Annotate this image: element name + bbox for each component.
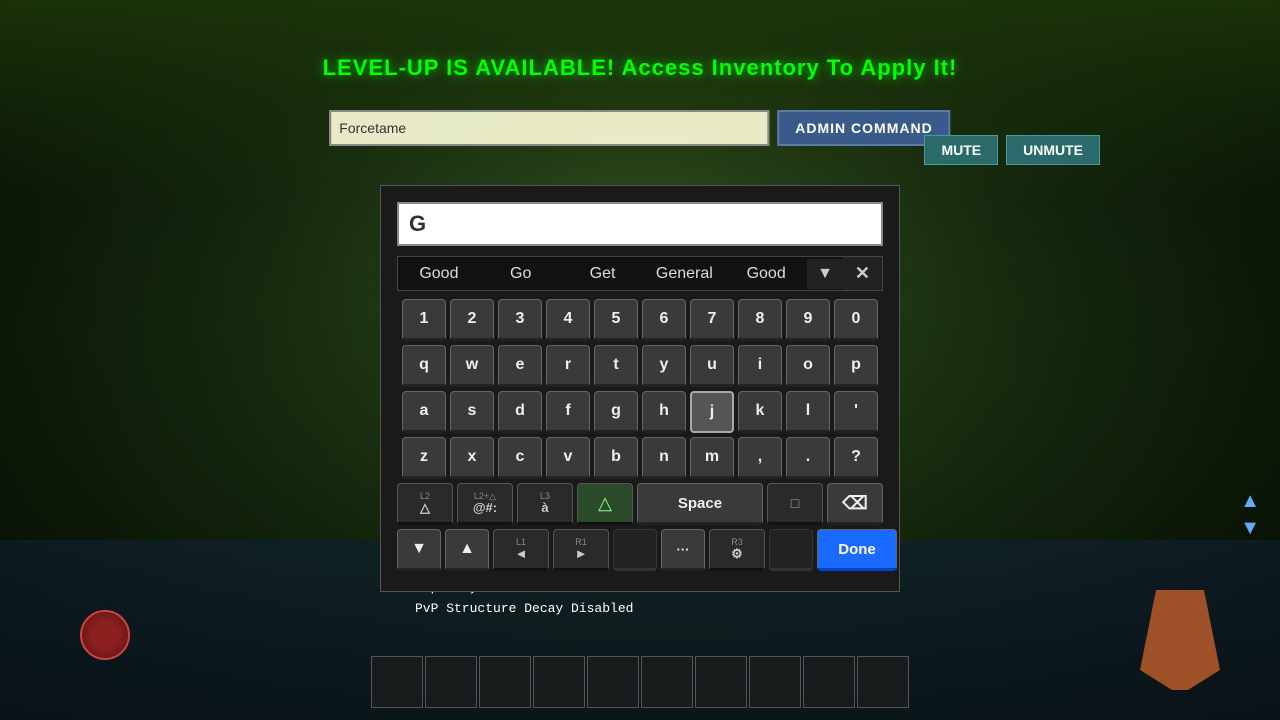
key-l2[interactable]: L2 △ <box>397 483 453 525</box>
unmute-button[interactable]: UNMUTE <box>1006 135 1100 165</box>
key-y[interactable]: y <box>642 345 686 387</box>
key-5[interactable]: 5 <box>594 299 638 341</box>
key-m[interactable]: m <box>690 437 734 479</box>
nav-arrow-up[interactable]: ▲ <box>1240 490 1260 513</box>
key-x[interactable]: x <box>450 437 494 479</box>
command-bar: ADMIN COMMAND <box>329 110 950 146</box>
key-j[interactable]: j <box>690 391 734 433</box>
key-z[interactable]: z <box>402 437 446 479</box>
key-n[interactable]: n <box>642 437 686 479</box>
key-u[interactable]: u <box>690 345 734 387</box>
key-l[interactable]: l <box>786 391 830 433</box>
key-apostrophe[interactable]: ' <box>834 391 878 433</box>
key-c[interactable]: c <box>498 437 542 479</box>
key-k[interactable]: k <box>738 391 782 433</box>
nav-arrow-down[interactable]: ▼ <box>1240 517 1260 540</box>
key-up-arrow[interactable]: ▲ <box>445 529 489 571</box>
mute-button[interactable]: MUTE <box>924 135 998 165</box>
hotbar-slot-10 <box>857 656 909 708</box>
key-8[interactable]: 8 <box>738 299 782 341</box>
key-comma[interactable]: , <box>738 437 782 479</box>
key-l3[interactable]: L3 à <box>517 483 573 525</box>
hotbar-slot-4 <box>533 656 585 708</box>
key-h[interactable]: h <box>642 391 686 433</box>
key-empty-1 <box>613 529 657 571</box>
key-g[interactable]: g <box>594 391 638 433</box>
key-6[interactable]: 6 <box>642 299 686 341</box>
special-row-1: L2 △ L2+△ @#: L3 à △ Space □ ⌫ <box>397 483 883 525</box>
hotbar-slot-3 <box>479 656 531 708</box>
qwerty-row: q w e r t y u i o p <box>397 345 883 387</box>
key-e[interactable]: e <box>498 345 542 387</box>
suggestion-2[interactable]: Go <box>480 259 562 289</box>
key-9[interactable]: 9 <box>786 299 830 341</box>
nav-arrows: ▲ ▼ <box>1240 490 1260 540</box>
key-t[interactable]: t <box>594 345 638 387</box>
suggestions-dropdown-button[interactable]: ▼ <box>807 259 843 289</box>
keyboard-text-input[interactable] <box>397 202 883 246</box>
key-f[interactable]: f <box>546 391 590 433</box>
key-4[interactable]: 4 <box>546 299 590 341</box>
hotbar-slot-1 <box>371 656 423 708</box>
suggestions-bar: Good Go Get General Good ▼ ✕ <box>397 256 883 291</box>
server-info-line-8: PvP Structure Decay Disabled <box>415 599 633 620</box>
suggestion-1[interactable]: Good <box>398 259 480 289</box>
keyboard-panel: Good Go Get General Good ▼ ✕ 1 2 3 4 5 6… <box>380 185 900 592</box>
hotbar-slot-7 <box>695 656 747 708</box>
hotbar-slot-8 <box>749 656 801 708</box>
key-1[interactable]: 1 <box>402 299 446 341</box>
key-backspace[interactable]: ⌫ <box>827 483 883 525</box>
key-r3-gear[interactable]: R3 ⚙ <box>709 529 765 571</box>
suggestions-close-button[interactable]: ✕ <box>843 257 882 290</box>
key-done[interactable]: Done <box>817 529 897 571</box>
character-icon <box>80 610 130 660</box>
key-v[interactable]: v <box>546 437 590 479</box>
key-down-arrow[interactable]: ▼ <box>397 529 441 571</box>
key-b[interactable]: b <box>594 437 638 479</box>
key-space[interactable]: Space <box>637 483 763 525</box>
suggestion-3[interactable]: Get <box>562 259 644 289</box>
number-row: 1 2 3 4 5 6 7 8 9 0 <box>397 299 883 341</box>
key-3[interactable]: 3 <box>498 299 542 341</box>
key-a[interactable]: a <box>402 391 446 433</box>
asdf-row: a s d f g h j k l ' <box>397 391 883 433</box>
hotbar-slot-2 <box>425 656 477 708</box>
key-period[interactable]: . <box>786 437 830 479</box>
key-2[interactable]: 2 <box>450 299 494 341</box>
key-i[interactable]: i <box>738 345 782 387</box>
key-question[interactable]: ? <box>834 437 878 479</box>
mute-area: MUTE UNMUTE <box>924 135 1100 165</box>
hotbar-slot-9 <box>803 656 855 708</box>
suggestion-4[interactable]: General <box>643 259 725 289</box>
special-row-2: ▼ ▲ L1 ◄ R1 ► ··· R3 ⚙ Done <box>397 529 883 571</box>
key-triangle[interactable]: △ <box>577 483 633 525</box>
hotbar <box>371 656 909 708</box>
key-l1-left[interactable]: L1 ◄ <box>493 529 549 571</box>
key-o[interactable]: o <box>786 345 830 387</box>
key-p[interactable]: p <box>834 345 878 387</box>
foliage-overlay <box>0 0 1280 200</box>
key-0[interactable]: 0 <box>834 299 878 341</box>
level-up-text: LEVEL-UP IS AVAILABLE! Access Inventory … <box>323 55 958 80</box>
key-empty-2 <box>769 529 813 571</box>
hotbar-slot-5 <box>587 656 639 708</box>
key-r1-right[interactable]: R1 ► <box>553 529 609 571</box>
key-s[interactable]: s <box>450 391 494 433</box>
key-d[interactable]: d <box>498 391 542 433</box>
key-square[interactable]: □ <box>767 483 823 525</box>
key-w[interactable]: w <box>450 345 494 387</box>
key-r[interactable]: r <box>546 345 590 387</box>
hotbar-slot-6 <box>641 656 693 708</box>
zxcv-row: z x c v b n m , . ? <box>397 437 883 479</box>
key-dots[interactable]: ··· <box>661 529 705 571</box>
level-up-banner: LEVEL-UP IS AVAILABLE! Access Inventory … <box>323 55 958 81</box>
suggestion-5[interactable]: Good <box>725 259 807 289</box>
key-7[interactable]: 7 <box>690 299 734 341</box>
key-q[interactable]: q <box>402 345 446 387</box>
command-input[interactable] <box>329 110 769 146</box>
key-l2-at[interactable]: L2+△ @#: <box>457 483 513 525</box>
